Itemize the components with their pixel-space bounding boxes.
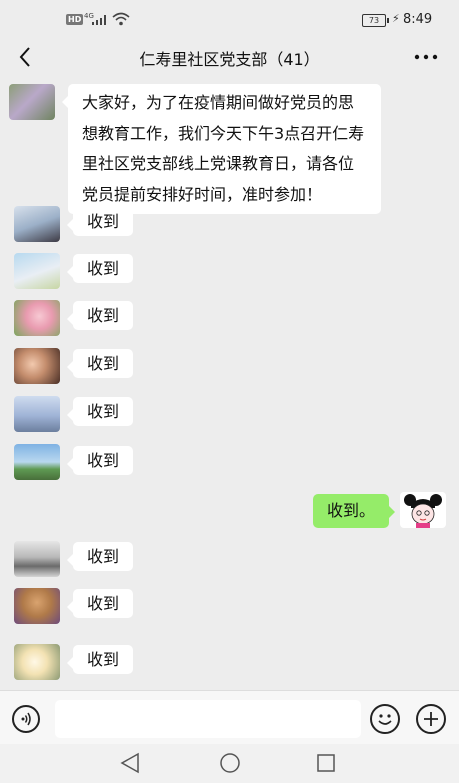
avatar[interactable]: [400, 492, 446, 528]
cartoon-girl-icon: [404, 494, 442, 528]
message-bubble[interactable]: 收到: [66, 645, 134, 674]
nav-back-icon[interactable]: [120, 752, 139, 774]
emoji-icon[interactable]: [370, 704, 400, 734]
message-bubble[interactable]: 收到: [66, 446, 134, 475]
avatar[interactable]: [14, 206, 60, 242]
signal-icon: [92, 15, 106, 25]
plus-icon[interactable]: [416, 704, 446, 734]
message-bubble[interactable]: 收到: [66, 397, 134, 426]
status-bar: HD 4G 73 ⚡ 8:49: [0, 0, 459, 38]
message-bubble[interactable]: 收到: [66, 301, 134, 330]
battery-indicator: 73: [362, 14, 389, 27]
avatar[interactable]: [14, 348, 60, 384]
clock: 8:49: [403, 12, 433, 27]
avatar[interactable]: [9, 84, 55, 120]
nav-recent-icon[interactable]: [317, 754, 335, 772]
more-icon[interactable]: [411, 44, 441, 70]
message-bubble[interactable]: 收到: [66, 207, 134, 236]
avatar[interactable]: [14, 588, 60, 624]
voice-input-icon[interactable]: [12, 705, 40, 733]
avatar[interactable]: [14, 396, 60, 432]
avatar[interactable]: [14, 253, 60, 289]
sent-message-bubble[interactable]: 收到。: [313, 494, 396, 528]
chat-title: 仁寿里社区党支部（41）: [139, 50, 320, 69]
message-bubble[interactable]: 收到: [66, 254, 134, 283]
avatar[interactable]: [14, 644, 60, 680]
system-nav-bar: [0, 744, 459, 783]
hd-indicator: HD: [66, 14, 84, 25]
avatar[interactable]: [14, 541, 60, 577]
message-bubble[interactable]: 收到: [66, 349, 134, 378]
avatar[interactable]: [14, 300, 60, 336]
nav-home-icon[interactable]: [220, 753, 240, 773]
input-bar: [0, 690, 459, 745]
message-input[interactable]: [55, 700, 361, 738]
wifi-icon: [112, 12, 130, 26]
message-bubble[interactable]: 收到: [66, 589, 134, 618]
avatar[interactable]: [14, 444, 60, 480]
message-bubble[interactable]: 收到: [66, 542, 134, 571]
message-bubble[interactable]: 大家好，为了在疫情期间做好党员的思想教育工作，我们今天下午3点召开仁寿里社区党支…: [62, 84, 381, 214]
chat-header: 仁寿里社区党支部（41）: [0, 38, 459, 78]
charging-icon: ⚡: [392, 12, 400, 25]
